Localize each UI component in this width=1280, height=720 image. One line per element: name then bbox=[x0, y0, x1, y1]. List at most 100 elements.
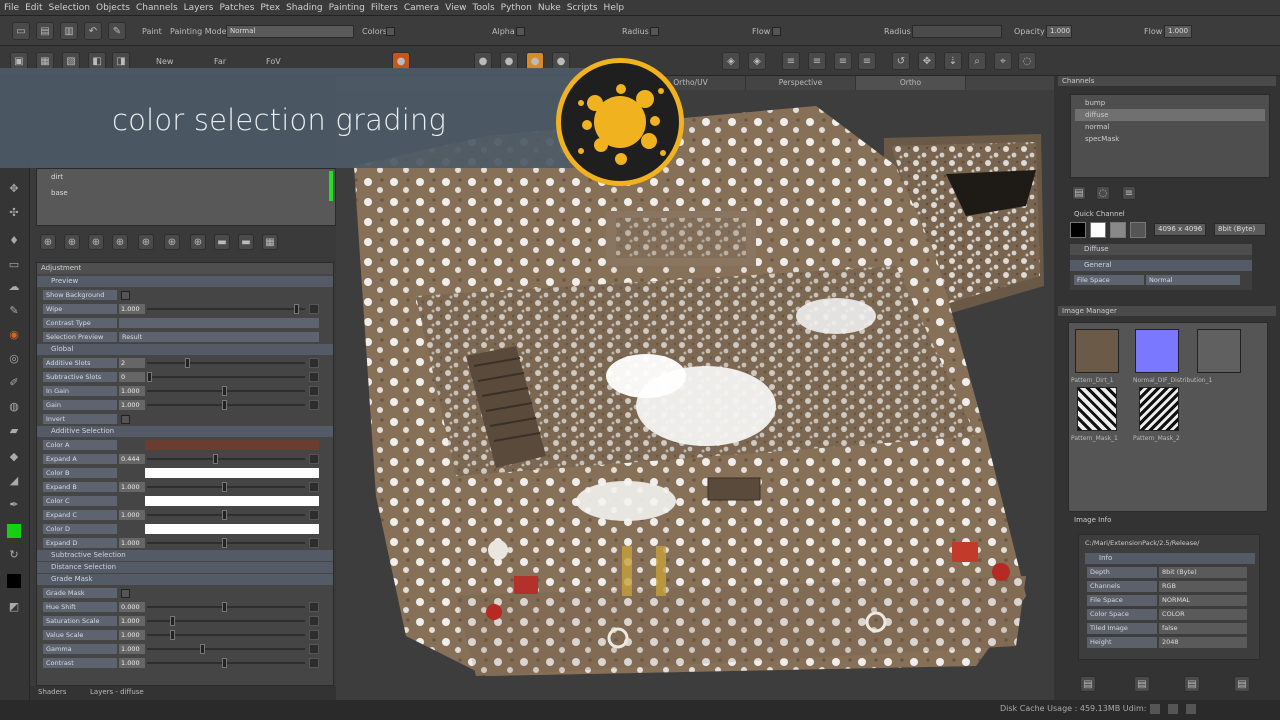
reset-button[interactable] bbox=[309, 602, 319, 612]
section-header[interactable]: Grade Mask bbox=[37, 574, 333, 585]
brush-tool-icon[interactable]: ✎ bbox=[7, 304, 21, 318]
rotate-icon[interactable]: ↺ bbox=[892, 52, 910, 70]
color-swatch[interactable] bbox=[145, 468, 319, 478]
channel-item[interactable]: specMask bbox=[1075, 133, 1265, 145]
zoom-icon[interactable]: ⌕ bbox=[968, 52, 986, 70]
opacity-field[interactable]: 1.000 bbox=[1046, 25, 1072, 38]
image-thumb-dirt[interactable] bbox=[1075, 329, 1119, 373]
section-header[interactable]: Additive Selection bbox=[37, 426, 333, 437]
slider-handle[interactable] bbox=[169, 630, 175, 640]
move-icon[interactable]: ✥ bbox=[918, 52, 936, 70]
menu-patches[interactable]: Patches bbox=[219, 3, 260, 13]
colors-checkbox[interactable] bbox=[386, 27, 395, 36]
radius-field[interactable] bbox=[912, 25, 1002, 38]
merge-icon[interactable]: ⊕ bbox=[190, 234, 206, 250]
reset-button[interactable] bbox=[309, 510, 319, 520]
undo-icon[interactable]: ↶ bbox=[84, 22, 102, 40]
image-thumb-mask2[interactable] bbox=[1139, 387, 1179, 431]
menu-painting[interactable]: Painting bbox=[329, 3, 371, 13]
property-slider[interactable] bbox=[147, 400, 305, 410]
add-mask-icon[interactable]: ⊕ bbox=[138, 234, 154, 250]
property-value-field[interactable]: 2 bbox=[119, 358, 145, 368]
eraser-tool-icon[interactable]: ✐ bbox=[7, 376, 21, 390]
section-header[interactable]: Subtractive Selection bbox=[37, 550, 333, 561]
property-slider[interactable] bbox=[147, 386, 305, 396]
color-swatch[interactable] bbox=[145, 440, 319, 450]
property-value-field[interactable]: 1.000 bbox=[119, 616, 145, 626]
property-dropdown[interactable]: Result bbox=[119, 332, 319, 342]
slider-handle[interactable] bbox=[222, 386, 227, 396]
property-slider[interactable] bbox=[147, 482, 305, 492]
color-swatch[interactable] bbox=[145, 496, 319, 506]
project-icon[interactable]: ◈ bbox=[722, 52, 740, 70]
slider-handle[interactable] bbox=[222, 400, 227, 410]
reset-button[interactable] bbox=[309, 386, 319, 396]
menu-nuke[interactable]: Nuke bbox=[538, 3, 567, 13]
channel-list-icon[interactable]: ≡ bbox=[1122, 186, 1136, 200]
property-value-field[interactable]: 1.000 bbox=[119, 386, 145, 396]
slider-handle[interactable] bbox=[213, 454, 218, 464]
quick-dark-swatch[interactable] bbox=[1130, 222, 1146, 238]
delete-layer-icon[interactable]: ▦ bbox=[262, 234, 278, 250]
reset-button[interactable] bbox=[309, 630, 319, 640]
menu-python[interactable]: Python bbox=[501, 3, 538, 13]
layer-stack-icon[interactable]: ≡ bbox=[782, 52, 800, 70]
section-header[interactable]: Global bbox=[37, 344, 333, 355]
flow-field[interactable]: 1.000 bbox=[1164, 25, 1192, 38]
bake-icon[interactable]: ◈ bbox=[748, 52, 766, 70]
quick-black-swatch[interactable] bbox=[1070, 222, 1086, 238]
reset-button[interactable] bbox=[309, 372, 319, 382]
painting-mode-select[interactable]: Normal bbox=[226, 25, 354, 38]
drop-tool-icon[interactable]: ♦ bbox=[7, 234, 21, 248]
reset-button[interactable] bbox=[309, 644, 319, 654]
frame-icon[interactable]: ⌖ bbox=[994, 52, 1012, 70]
property-value-field[interactable]: 0.000 bbox=[119, 602, 145, 612]
add-layer-icon[interactable]: ⊕ bbox=[40, 234, 56, 250]
slider-handle[interactable] bbox=[222, 510, 227, 520]
pen-tool-icon[interactable]: ✒ bbox=[7, 498, 21, 512]
add-channel-icon[interactable]: ▤ bbox=[1072, 186, 1086, 200]
brush-icon[interactable]: ✎ bbox=[108, 22, 126, 40]
delete-image-icon[interactable]: ▤ bbox=[1234, 676, 1250, 692]
slider-handle[interactable] bbox=[184, 358, 190, 368]
channel-item[interactable]: bump bbox=[1075, 97, 1265, 109]
slider-handle[interactable] bbox=[199, 644, 205, 654]
image-thumb-normal[interactable] bbox=[1135, 329, 1179, 373]
slider-handle[interactable] bbox=[222, 602, 227, 612]
reset-colors-icon[interactable]: ◩ bbox=[7, 600, 21, 614]
menu-tools[interactable]: Tools bbox=[473, 3, 501, 13]
section-header[interactable]: Distance Selection bbox=[37, 562, 333, 573]
sharpen-tool-icon[interactable]: ◆ bbox=[7, 450, 21, 464]
quick-gray-swatch[interactable] bbox=[1110, 222, 1126, 238]
add-procedural-icon[interactable]: ⊕ bbox=[88, 234, 104, 250]
add-adjustment-icon[interactable]: ⊕ bbox=[64, 234, 80, 250]
reset-button[interactable] bbox=[309, 358, 319, 368]
slider-handle[interactable] bbox=[169, 616, 175, 626]
mask-stack-icon[interactable]: ⊕ bbox=[164, 234, 180, 250]
tab-shaders[interactable]: Shaders bbox=[38, 688, 66, 696]
property-slider[interactable] bbox=[147, 304, 305, 314]
property-slider[interactable] bbox=[147, 358, 305, 368]
move-tool-icon[interactable]: ✥ bbox=[7, 182, 21, 196]
property-value-field[interactable]: 0 bbox=[119, 372, 145, 382]
fill-tool-icon[interactable]: ▰ bbox=[7, 424, 21, 438]
foreground-color-swatch[interactable] bbox=[7, 524, 21, 538]
menu-channels[interactable]: Channels bbox=[136, 3, 184, 13]
save-icon[interactable]: ▥ bbox=[60, 22, 78, 40]
new-project-icon[interactable]: ▭ bbox=[12, 22, 30, 40]
tab-perspective[interactable]: Perspective bbox=[746, 76, 856, 90]
layer-stack4-icon[interactable]: ≡ bbox=[858, 52, 876, 70]
select-tool-icon[interactable]: ▭ bbox=[7, 258, 21, 272]
property-slider[interactable] bbox=[147, 644, 305, 654]
lasso-icon[interactable]: ◌ bbox=[1018, 52, 1036, 70]
menu-selection[interactable]: Selection bbox=[49, 3, 96, 13]
property-slider[interactable] bbox=[147, 630, 305, 640]
menu-ptex[interactable]: Ptex bbox=[260, 3, 286, 13]
property-slider[interactable] bbox=[147, 372, 305, 382]
background-color-swatch[interactable] bbox=[7, 574, 21, 588]
viewport[interactable] bbox=[336, 76, 1054, 700]
file-space-select[interactable]: Normal bbox=[1146, 275, 1240, 285]
layer-item[interactable]: dirt bbox=[51, 173, 63, 181]
layer-stack2-icon[interactable]: ≡ bbox=[808, 52, 826, 70]
color-swatch[interactable] bbox=[145, 524, 319, 534]
